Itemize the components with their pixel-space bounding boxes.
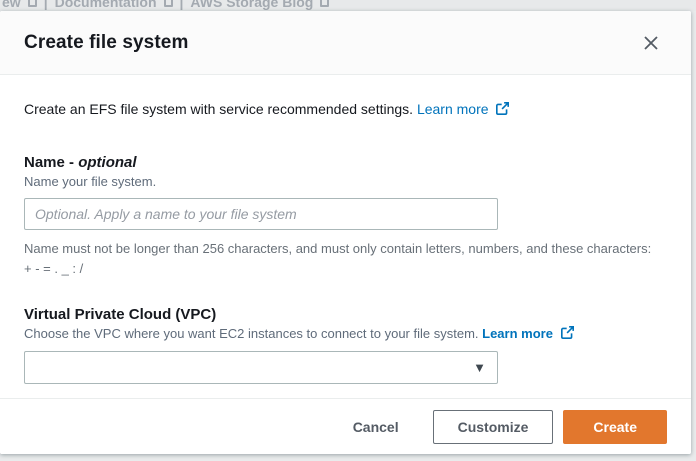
vpc-learn-more-label: Learn more xyxy=(482,326,553,342)
external-link-icon xyxy=(163,0,173,7)
external-link-icon xyxy=(496,102,510,115)
intro-learn-more-link[interactable]: Learn more xyxy=(416,101,510,117)
background-links-row: ew | Documentation | AWS Storage Blog xyxy=(0,0,696,10)
background-link-documentation: Documentation xyxy=(54,0,157,10)
modal-header: Create file system xyxy=(0,11,691,75)
vpc-select[interactable]: ▼ xyxy=(24,351,498,385)
name-constraint-text: Name must not be longer than 256 charact… xyxy=(24,241,652,277)
background-page-strip: ew | Documentation | AWS Storage Blog xyxy=(0,0,696,11)
name-label-separator: - xyxy=(64,154,79,171)
screen: ew | Documentation | AWS Storage Blog Cr… xyxy=(0,0,696,461)
vpc-field-label: Virtual Private Cloud (VPC) xyxy=(24,306,217,324)
intro-learn-more-label: Learn more xyxy=(416,101,489,117)
name-field-section: Name - optional Name your file system. N… xyxy=(24,154,667,279)
name-label-optional: optional xyxy=(78,154,137,171)
external-link-icon xyxy=(560,326,574,340)
name-input[interactable] xyxy=(24,198,498,230)
create-button[interactable]: Create xyxy=(563,409,667,444)
cancel-button[interactable]: Cancel xyxy=(349,410,403,444)
chevron-down-icon: ▼ xyxy=(473,360,486,376)
customize-button[interactable]: Customize xyxy=(432,409,554,444)
name-field-description: Name your file system. xyxy=(24,174,157,189)
vpc-description-text: Choose the VPC where you want EC2 instan… xyxy=(24,326,479,342)
vpc-field-section: Virtual Private Cloud (VPC) Choose the V… xyxy=(24,306,667,385)
background-separator: | xyxy=(179,0,184,10)
intro-text: Create an EFS file system with service r… xyxy=(24,101,414,117)
create-file-system-modal: Create file system Create an EFS file sy… xyxy=(0,11,691,454)
background-link-storage-blog: AWS Storage Blog xyxy=(190,0,314,10)
name-field-label: Name - optional xyxy=(24,154,667,171)
intro-row: Create an EFS file system with service r… xyxy=(24,101,667,117)
name-label-text: Name xyxy=(24,154,65,171)
background-separator: | xyxy=(43,0,48,10)
vpc-field-description: Choose the VPC where you want EC2 instan… xyxy=(24,326,667,341)
modal-body: Create an EFS file system with service r… xyxy=(0,75,691,385)
close-icon[interactable] xyxy=(639,31,663,55)
external-link-icon xyxy=(320,0,330,7)
vpc-learn-more-link[interactable]: Learn more xyxy=(482,326,574,342)
external-link-icon xyxy=(27,0,37,7)
modal-title: Create file system xyxy=(24,31,189,53)
close-x-glyph xyxy=(644,35,658,50)
background-link-fragment: ew xyxy=(2,0,21,10)
modal-footer: Cancel Customize Create xyxy=(0,398,691,454)
